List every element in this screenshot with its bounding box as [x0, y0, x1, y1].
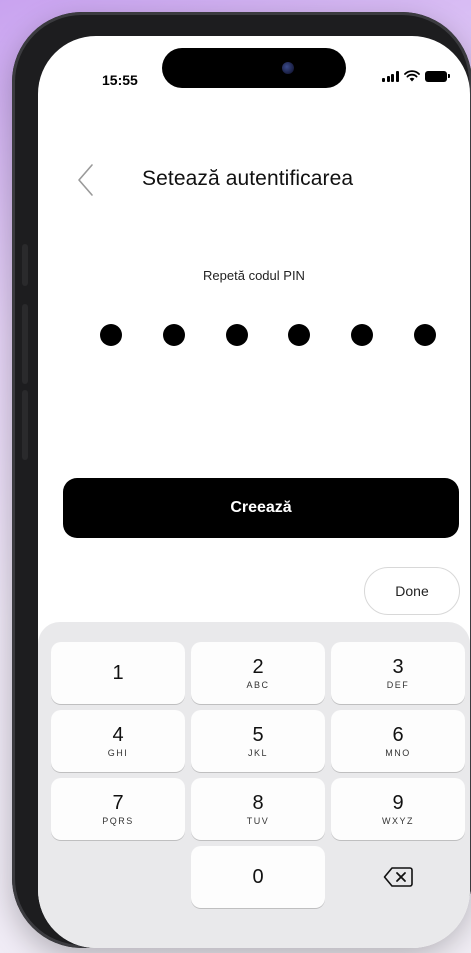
key-digit: 3 [392, 656, 404, 678]
done-button[interactable]: Done [364, 567, 460, 615]
key-0[interactable]: 0 [191, 846, 325, 908]
wifi-icon [403, 70, 420, 82]
camera-icon [282, 62, 294, 74]
pin-dot [162, 324, 185, 346]
dynamic-island [162, 48, 346, 88]
key-5[interactable]: 5 JKL [191, 710, 325, 772]
chevron-left-icon[interactable] [74, 162, 98, 198]
key-digit: 2 [252, 656, 264, 678]
mute-switch [22, 244, 28, 286]
pin-dot [225, 324, 248, 346]
key-letters: TUV [246, 816, 270, 826]
pin-dot [100, 324, 122, 346]
pin-label: Repetă codul PIN [203, 268, 305, 283]
pin-dot [288, 324, 311, 346]
signal-icon [382, 70, 399, 82]
pin-dot [351, 324, 374, 346]
key-digit: 4 [112, 724, 124, 746]
key-6[interactable]: 6 MNO [331, 710, 465, 772]
create-button[interactable]: Creează [63, 478, 459, 538]
key-3[interactable]: 3 DEF [331, 642, 465, 704]
key-digit: 5 [252, 724, 264, 746]
key-digit: 0 [252, 866, 264, 888]
key-digit: 1 [112, 662, 124, 684]
page-title: Setează autentificarea [142, 167, 354, 190]
phone-frame: 15:55 Setează autentificarea Repetă codu… [12, 12, 471, 948]
volume-down-button [22, 390, 28, 460]
backspace-key[interactable] [331, 846, 465, 908]
key-digit: 8 [252, 792, 264, 814]
key-digit: 6 [392, 724, 404, 746]
pin-dots [100, 324, 436, 346]
screen: 15:55 Setează autentificarea Repetă codu… [38, 36, 470, 948]
key-letters: GHI [107, 748, 129, 758]
key-2[interactable]: 2 ABC [191, 642, 325, 704]
backspace-icon [383, 867, 413, 887]
key-digit: 7 [112, 792, 124, 814]
battery-icon [424, 70, 450, 82]
pin-dot [414, 324, 436, 346]
key-letters: JKL [247, 748, 268, 758]
key-4[interactable]: 4 GHI [51, 710, 185, 772]
key-9[interactable]: 9 WXYZ [331, 778, 465, 840]
key-8[interactable]: 8 TUV [191, 778, 325, 840]
key-digit: 9 [392, 792, 404, 814]
key-letters: ABC [246, 680, 270, 690]
key-letters: WXYZ [382, 816, 414, 826]
volume-up-button [22, 304, 28, 384]
status-icons [382, 70, 450, 82]
status-time: 15:55 [102, 72, 138, 88]
key-letters: DEF [386, 680, 410, 690]
key-letters: MNO [385, 748, 411, 758]
key-1[interactable]: 1 [51, 642, 185, 704]
key-7[interactable]: 7 PQRS [51, 778, 185, 840]
key-letters: PQRS [102, 816, 134, 826]
numeric-keypad: 1 2 ABC 3 DEF 4 GHI 5 JKL 6 MNO 7 PQRS 8… [38, 622, 470, 948]
